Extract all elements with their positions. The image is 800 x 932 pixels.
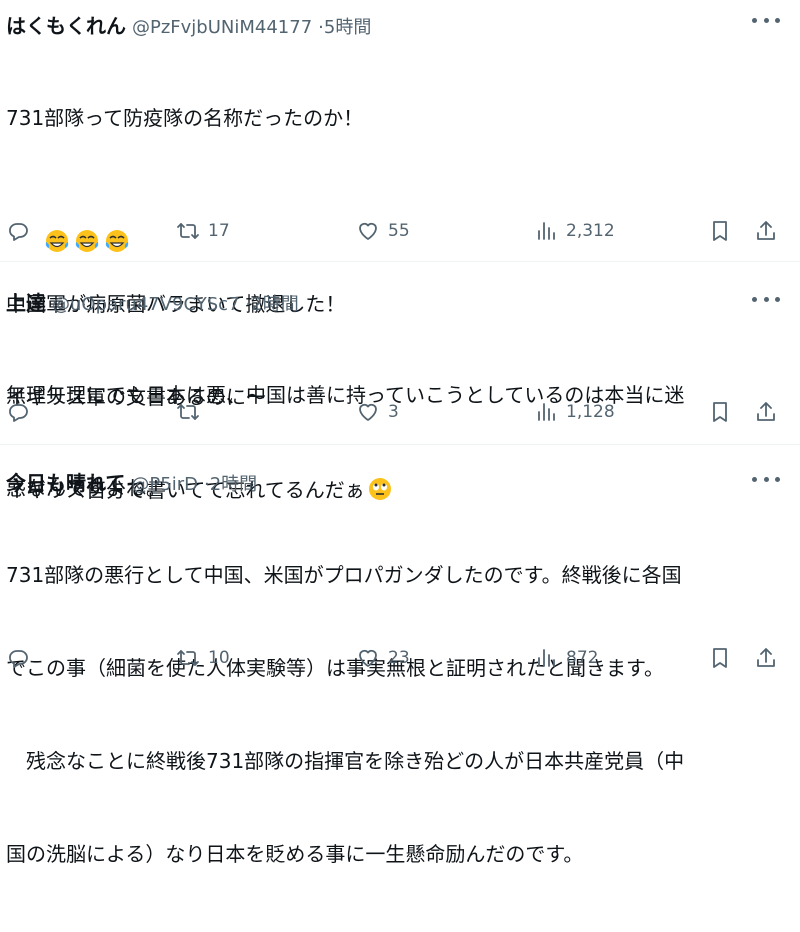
views-button[interactable]: 1,128 bbox=[534, 400, 615, 424]
timestamp[interactable]: 2時間 bbox=[210, 470, 257, 496]
handle[interactable]: @PzFvjbUNiM44177 bbox=[132, 17, 312, 38]
views-button[interactable]: 2,312 bbox=[534, 219, 615, 243]
share-icon bbox=[757, 402, 775, 421]
bookmark-icon bbox=[713, 648, 727, 668]
analytics-icon bbox=[538, 649, 555, 667]
reply-icon bbox=[9, 404, 28, 422]
repost-count: 17 bbox=[208, 221, 230, 241]
view-count: 2,312 bbox=[566, 221, 615, 241]
bookmark-button[interactable] bbox=[708, 400, 732, 424]
heart-icon bbox=[359, 222, 377, 240]
like-count: 3 bbox=[388, 402, 399, 422]
repost-icon bbox=[177, 223, 199, 239]
share-button[interactable] bbox=[754, 219, 778, 243]
bookmark-icon bbox=[713, 402, 727, 422]
analytics-icon bbox=[538, 222, 555, 240]
like-count: 23 bbox=[388, 648, 410, 668]
like-count: 55 bbox=[388, 221, 410, 241]
handle[interactable]: @P5irD bbox=[131, 474, 198, 495]
timestamp[interactable]: 5時間 bbox=[324, 13, 371, 39]
display-name[interactable]: はくもくれん bbox=[6, 10, 126, 39]
tweet-line: 残念なことに終戦後731部隊の指揮官を除き殆どの人が日本共産党員（中 bbox=[6, 749, 685, 773]
like-button[interactable]: 3 bbox=[356, 400, 399, 424]
action-bar: 10 23 872 bbox=[6, 643, 786, 673]
timestamp[interactable]: 2時間 bbox=[251, 290, 298, 316]
display-name[interactable]: 上達 bbox=[6, 287, 46, 316]
action-bar: 17 55 2,312 bbox=[6, 216, 786, 246]
reply-button[interactable] bbox=[6, 219, 30, 243]
repost-icon bbox=[177, 650, 199, 666]
more-options-icon[interactable] bbox=[752, 289, 780, 309]
repost-button[interactable]: 17 bbox=[176, 219, 230, 243]
tweet-text: 731部隊の悪行として中国、米国がプロパガンダしたのです。終戦後に各国 でこの事… bbox=[6, 498, 794, 932]
bookmark-button[interactable] bbox=[708, 219, 732, 243]
tweet-header: 今日も晴れて @P5irD · 2時間 bbox=[6, 445, 794, 496]
tweet[interactable]: はくもくれん @PzFvjbUNiM44177 · 5時間 731部隊って防疫隊… bbox=[0, 0, 800, 502]
like-button[interactable]: 55 bbox=[356, 219, 410, 243]
tweet-line: 731部隊の悪行として中国、米国がプロパガンダしたのです。終戦後に各国 bbox=[6, 563, 682, 587]
repost-count: 10 bbox=[208, 648, 230, 668]
more-options-icon[interactable] bbox=[752, 469, 780, 489]
bookmark-icon bbox=[713, 221, 727, 241]
display-name[interactable]: 今日も晴れて bbox=[6, 467, 125, 496]
share-icon bbox=[757, 221, 775, 240]
bookmark-button[interactable] bbox=[708, 646, 732, 670]
views-button[interactable]: 872 bbox=[534, 646, 598, 670]
heart-icon bbox=[359, 403, 377, 421]
share-icon bbox=[757, 648, 775, 667]
tweet-header: はくもくれん @PzFvjbUNiM44177 · 5時間 bbox=[6, 0, 794, 39]
view-count: 872 bbox=[566, 648, 599, 668]
tweet-line: 国の洗脳による）なり日本を貶める事に一生懸命励んだのです。 bbox=[6, 842, 584, 866]
reply-icon bbox=[9, 650, 28, 668]
repost-icon bbox=[177, 404, 199, 420]
like-button[interactable]: 23 bbox=[356, 646, 410, 670]
analytics-icon bbox=[538, 403, 555, 421]
share-button[interactable] bbox=[754, 646, 778, 670]
tweet-header: 上達 @uOparu47V9CYSc7 · 2時間 bbox=[6, 262, 794, 316]
heart-icon bbox=[359, 649, 377, 667]
repost-button[interactable]: 10 bbox=[176, 646, 230, 670]
more-options-icon[interactable] bbox=[752, 10, 780, 30]
reply-button[interactable] bbox=[6, 646, 30, 670]
view-count: 1,128 bbox=[566, 402, 615, 422]
tweet[interactable]: 上達 @uOparu47V9CYSc7 · 2時間 無理矢理にでも日本は悪、中国… bbox=[0, 262, 800, 500]
handle[interactable]: @uOparu47V9CYSc7 bbox=[52, 294, 240, 315]
action-bar: 3 1,128 bbox=[6, 397, 786, 427]
repost-button[interactable] bbox=[176, 400, 200, 424]
share-button[interactable] bbox=[754, 400, 778, 424]
tweet-line: 731部隊って防疫隊の名称だったのか！ bbox=[6, 106, 364, 130]
tweet[interactable]: 今日も晴れて @P5irD · 2時間 731部隊の悪行として中国、米国がプロパ… bbox=[0, 445, 800, 866]
reply-button[interactable] bbox=[6, 400, 30, 424]
reply-icon bbox=[9, 223, 28, 241]
